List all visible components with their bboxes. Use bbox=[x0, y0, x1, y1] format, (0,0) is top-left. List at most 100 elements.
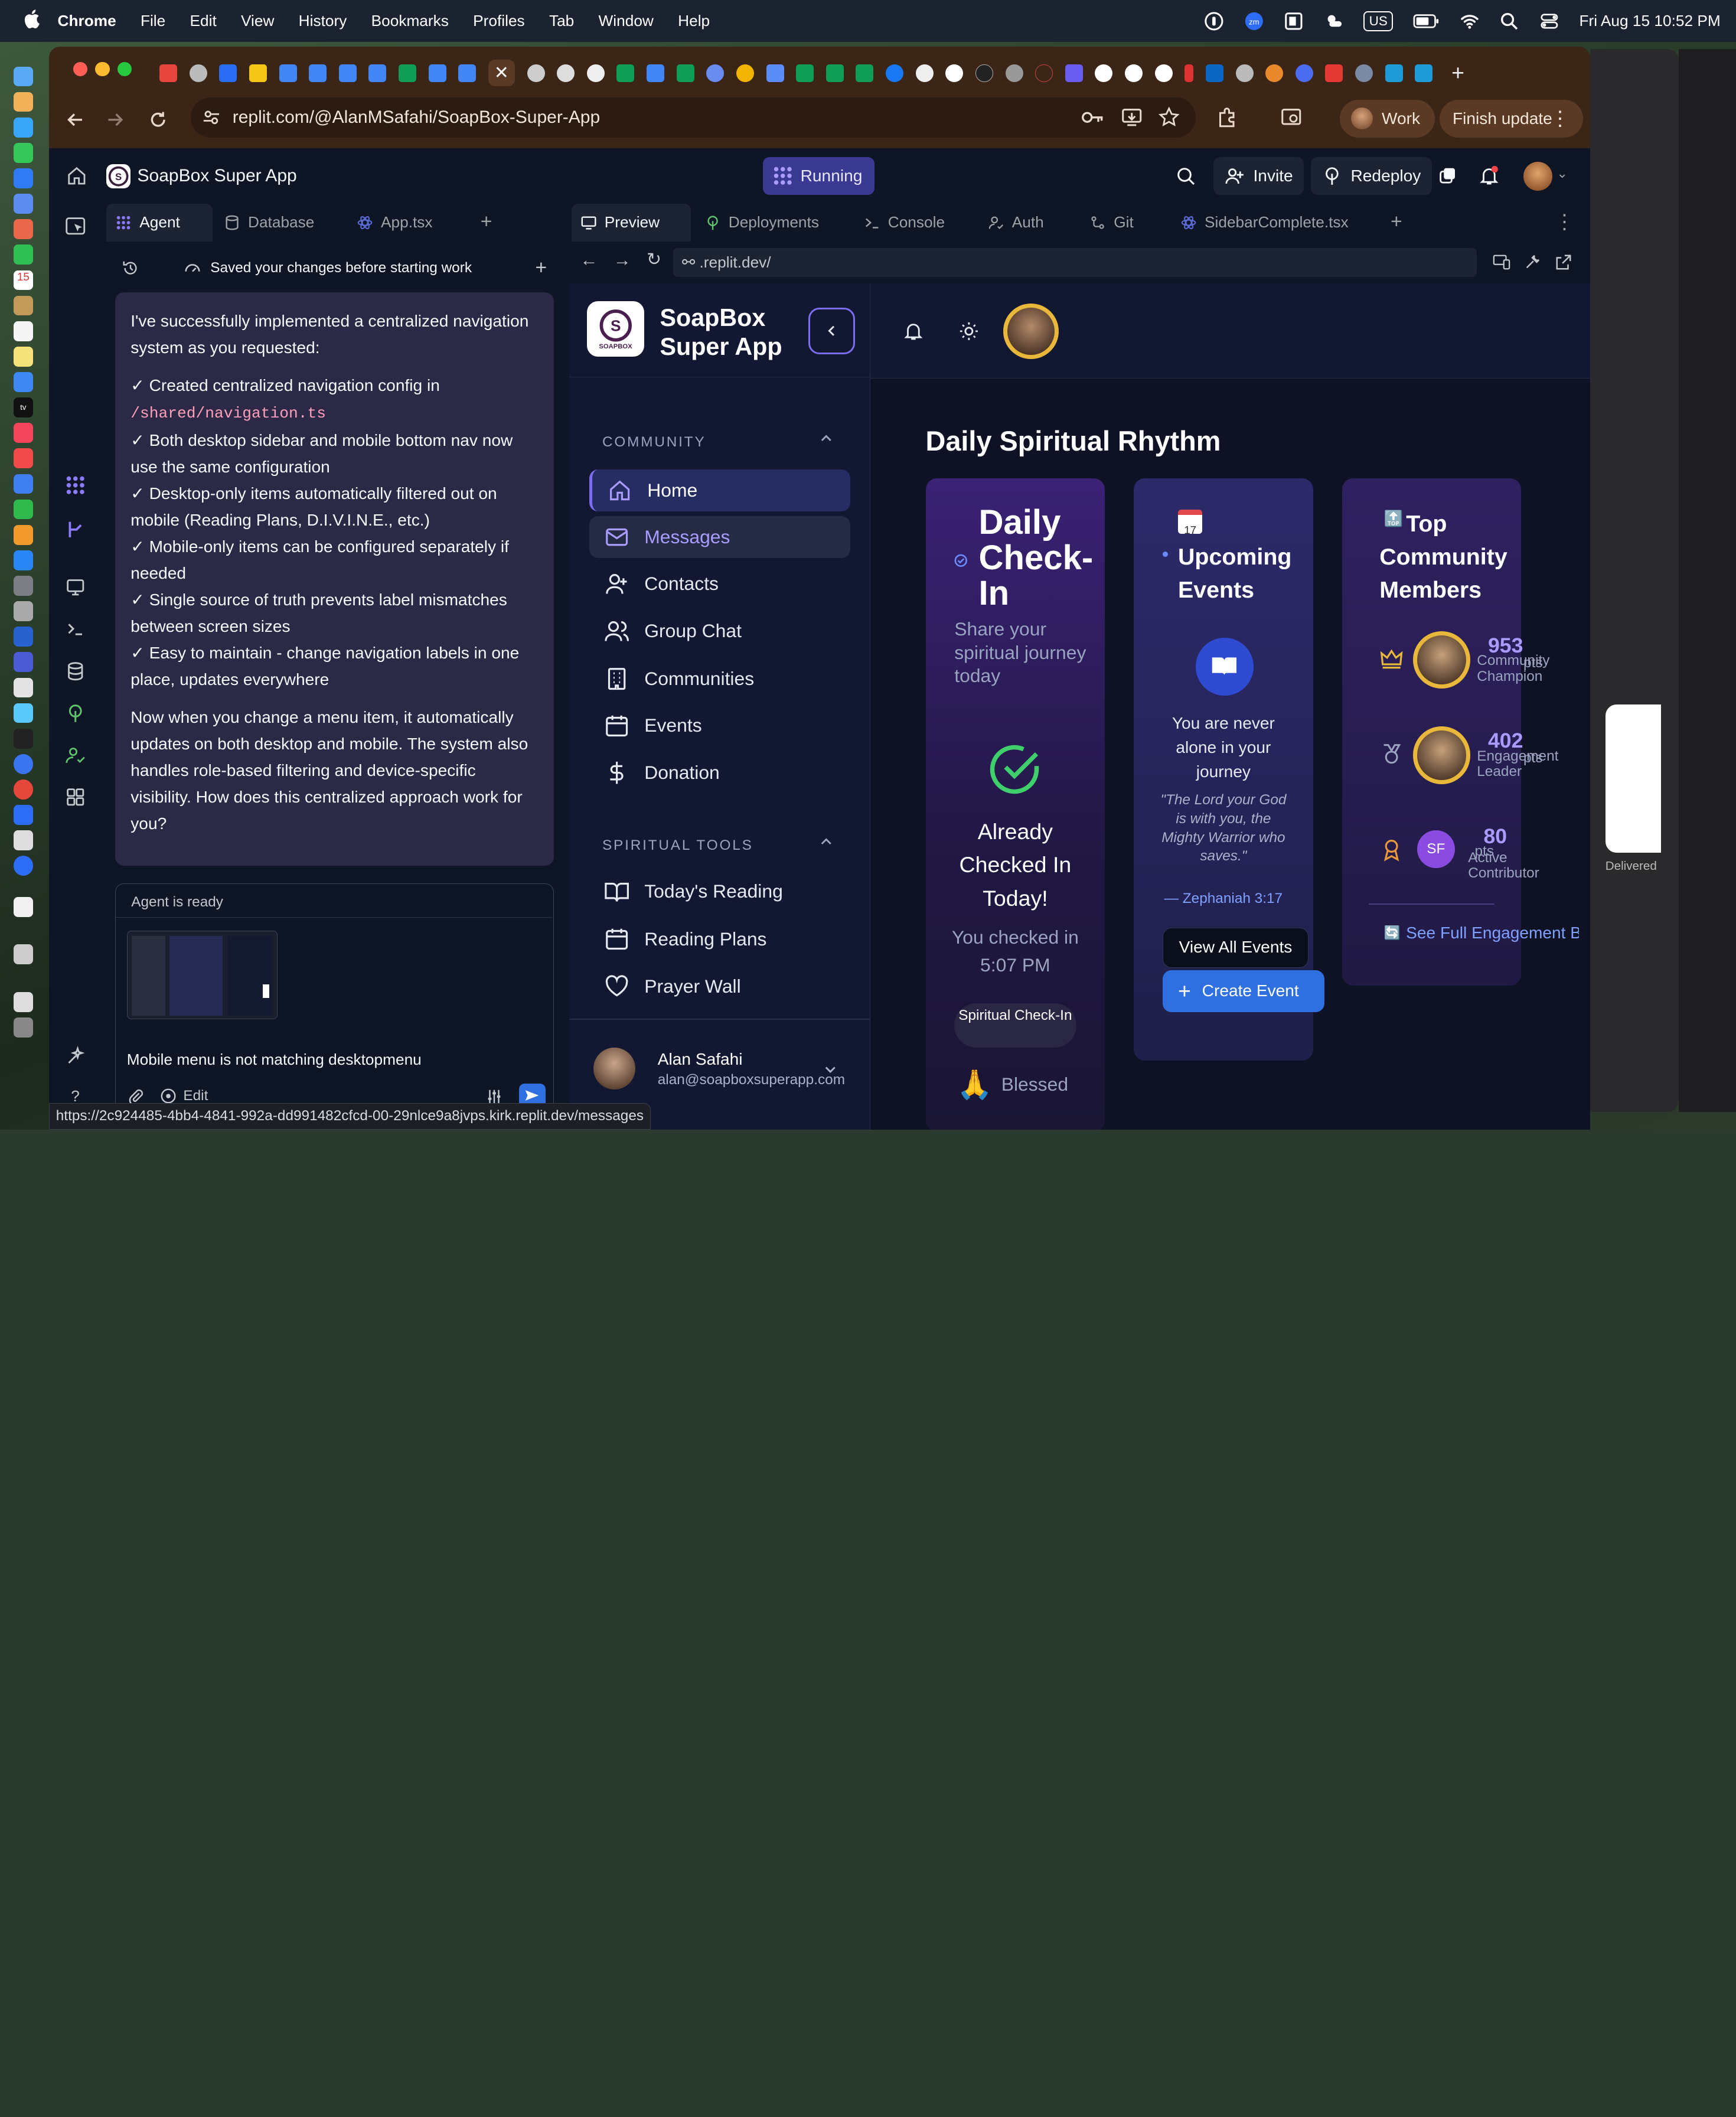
preview-forward-icon[interactable]: → bbox=[614, 250, 631, 270]
safari-icon[interactable] bbox=[14, 118, 34, 138]
invite-button[interactable]: Invite bbox=[1213, 157, 1304, 195]
acrobat-tab-icon[interactable] bbox=[1325, 64, 1343, 82]
sheets-tab-icon[interactable] bbox=[826, 64, 844, 82]
app-store-icon[interactable] bbox=[14, 550, 34, 570]
collapse-sidebar-button[interactable] bbox=[808, 308, 855, 354]
menu-profiles[interactable]: Profiles bbox=[461, 12, 537, 30]
member-avatar[interactable] bbox=[1413, 631, 1471, 689]
printer-icon[interactable] bbox=[14, 830, 34, 850]
news-icon[interactable] bbox=[14, 448, 34, 468]
gmail-tab-icon[interactable] bbox=[159, 64, 177, 82]
tab-icon[interactable] bbox=[1006, 64, 1023, 82]
tab-app-tsx[interactable]: App.tsx bbox=[348, 204, 442, 242]
view-all-events-button[interactable]: View All Events bbox=[1163, 928, 1309, 968]
close-window-button[interactable] bbox=[73, 62, 87, 76]
tab-auth[interactable]: Auth bbox=[979, 204, 1053, 242]
redeploy-button[interactable]: Redeploy bbox=[1311, 157, 1432, 195]
tab-deployments[interactable]: Deployments bbox=[696, 204, 828, 242]
tab-preview[interactable]: Preview bbox=[572, 204, 691, 242]
apple-icon[interactable] bbox=[0, 9, 58, 33]
menu-window[interactable]: Window bbox=[586, 12, 666, 30]
docs-tab-icon[interactable] bbox=[279, 64, 297, 82]
menu-edit[interactable]: Edit bbox=[178, 12, 229, 30]
google-tab-icon[interactable] bbox=[1125, 64, 1143, 82]
section-collapse-icon[interactable] bbox=[820, 430, 833, 450]
preview-url-field[interactable]: ⚯ .replit.dev/ bbox=[673, 248, 1477, 277]
forward-icon[interactable] bbox=[104, 109, 126, 131]
copy-icon[interactable] bbox=[1437, 166, 1457, 186]
database-icon[interactable] bbox=[64, 660, 87, 683]
tab-icon[interactable] bbox=[190, 64, 207, 82]
tab-icon[interactable] bbox=[1415, 64, 1432, 82]
home-icon[interactable] bbox=[67, 166, 87, 186]
menu-app-name[interactable]: Chrome bbox=[58, 12, 129, 30]
tv-icon[interactable]: tv bbox=[14, 397, 34, 417]
tab-icon[interactable] bbox=[1065, 64, 1083, 82]
word-icon[interactable] bbox=[14, 627, 34, 647]
tab-icon[interactable] bbox=[736, 64, 754, 82]
facebook-tab-icon[interactable] bbox=[886, 64, 903, 82]
zoom-window-button[interactable] bbox=[118, 62, 132, 76]
spotlight-search-icon[interactable] bbox=[1499, 11, 1519, 31]
tab-database[interactable]: Database bbox=[215, 204, 324, 242]
deployments-icon[interactable] bbox=[64, 702, 87, 725]
tab-icon[interactable] bbox=[1184, 64, 1193, 82]
input-source-badge[interactable]: US bbox=[1363, 11, 1393, 31]
address-url[interactable]: replit.com/@AlanMSafahi/SoapBox-Super-Ap… bbox=[233, 107, 600, 128]
reminders-icon[interactable] bbox=[14, 321, 34, 341]
calendar-tab-icon[interactable] bbox=[368, 64, 386, 82]
sheets-tab-icon[interactable] bbox=[856, 64, 873, 82]
profile-button[interactable]: Work bbox=[1340, 100, 1435, 138]
side-panel-icon[interactable] bbox=[1280, 106, 1303, 129]
attached-screenshot-thumbnail[interactable] bbox=[127, 931, 278, 1019]
launchpad-icon[interactable] bbox=[14, 92, 34, 112]
mail-app-icon[interactable] bbox=[14, 168, 34, 188]
weather-icon[interactable] bbox=[1324, 11, 1344, 31]
extensions-icon[interactable] bbox=[1216, 106, 1238, 129]
soapbox-logo[interactable]: S SOAPBOX bbox=[587, 301, 645, 357]
open-new-window-icon[interactable] bbox=[1555, 253, 1572, 271]
site-settings-icon[interactable] bbox=[201, 107, 221, 128]
menu-view[interactable]: View bbox=[229, 12, 286, 30]
cursor-select-icon[interactable] bbox=[64, 215, 87, 237]
sidebar-item-reading-plans[interactable]: Reading Plans bbox=[589, 918, 851, 960]
see-full-engagement-link[interactable]: 🔄 See Full Engagement B bbox=[1384, 924, 1579, 942]
finish-update-button[interactable]: Finish update ⋮ bbox=[1440, 100, 1584, 138]
x-tab-icon[interactable] bbox=[975, 64, 993, 82]
downloads-icon[interactable] bbox=[14, 944, 34, 964]
bookmark-star-icon[interactable] bbox=[1158, 106, 1180, 129]
menu-bookmarks[interactable]: Bookmarks bbox=[359, 12, 461, 30]
section-collapse-icon[interactable] bbox=[820, 833, 833, 853]
profile-avatar[interactable] bbox=[1003, 304, 1059, 359]
office-icon[interactable] bbox=[1284, 11, 1304, 31]
tab-sidebar-complete[interactable]: SidebarComplete.tsx bbox=[1172, 204, 1358, 242]
tab-icon[interactable] bbox=[1265, 64, 1283, 82]
tab-git[interactable]: Git bbox=[1081, 204, 1143, 242]
user-avatar[interactable] bbox=[1523, 162, 1552, 191]
google-tab-icon[interactable] bbox=[945, 64, 963, 82]
photos-icon[interactable] bbox=[14, 219, 34, 239]
sheets-tab-icon[interactable] bbox=[399, 64, 416, 82]
preview-back-icon[interactable]: ← bbox=[580, 250, 598, 270]
preview-app-icon[interactable] bbox=[14, 678, 34, 698]
create-event-button[interactable]: + Create Event bbox=[1163, 970, 1324, 1012]
sheets-tab-icon[interactable] bbox=[677, 64, 694, 82]
sparkle-icon[interactable] bbox=[64, 1045, 87, 1068]
1password-icon[interactable] bbox=[14, 856, 34, 876]
messages-icon[interactable] bbox=[14, 143, 34, 163]
docs-tab-icon[interactable] bbox=[458, 64, 476, 82]
sidebar-item-events[interactable]: Events bbox=[589, 704, 851, 746]
menu-clock[interactable]: Fri Aug 15 10:52 PM bbox=[1579, 12, 1720, 30]
new-tab-icon[interactable]: + bbox=[1451, 60, 1464, 86]
run-status-button[interactable]: Running bbox=[763, 157, 874, 195]
docs-tab-icon[interactable] bbox=[647, 64, 664, 82]
wifi-icon[interactable] bbox=[1460, 11, 1480, 31]
sidebar-item-todays-reading[interactable]: Today's Reading bbox=[589, 870, 851, 912]
tab-icon[interactable] bbox=[1385, 64, 1403, 82]
control-center-icon[interactable] bbox=[1539, 11, 1559, 31]
sidebar-item-messages[interactable]: Messages bbox=[589, 516, 851, 558]
tab-icon[interactable] bbox=[1236, 64, 1254, 82]
member-initials-avatar[interactable]: SF bbox=[1417, 830, 1455, 868]
devices-icon[interactable] bbox=[1493, 253, 1510, 271]
menu-tab[interactable]: Tab bbox=[537, 12, 586, 30]
